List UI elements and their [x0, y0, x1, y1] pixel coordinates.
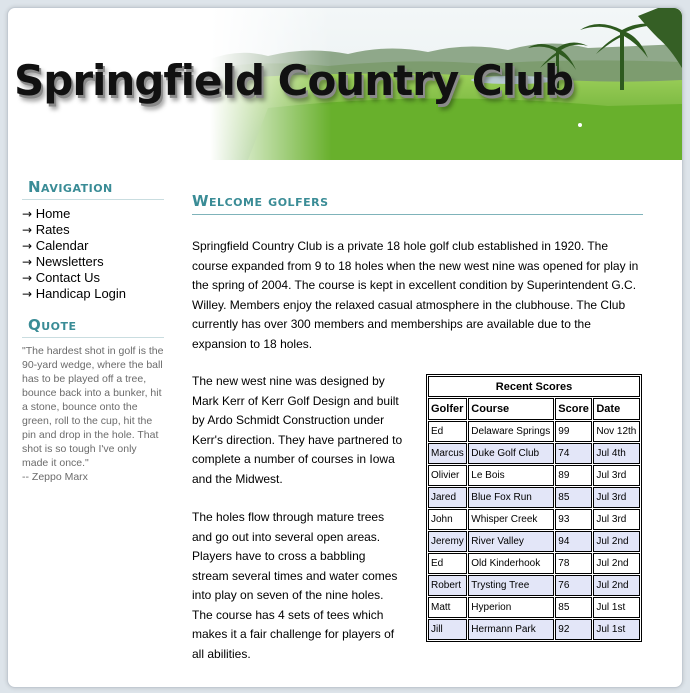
page-title: Welcome golfers — [192, 192, 643, 215]
cell-golfer: Marcus — [428, 443, 468, 464]
cell-score: 76 — [555, 575, 593, 596]
table-row: Jeremy River Valley 94 Jul 2nd — [428, 531, 640, 552]
cell-score: 92 — [555, 619, 593, 640]
cell-score: 99 — [555, 421, 593, 442]
cell-golfer: Jill — [428, 619, 468, 640]
cell-course: Whisper Creek — [468, 509, 555, 530]
main-content: Welcome golfers Springfield Country Club… — [192, 192, 643, 683]
table-row: John Whisper Creek 93 Jul 3rd — [428, 509, 640, 530]
table-row: Jill Hermann Park 92 Jul 1st — [428, 619, 640, 640]
cell-date: Jul 3rd — [593, 509, 640, 530]
cell-date: Jul 3rd — [593, 465, 640, 486]
cell-course: Hyperion — [468, 597, 555, 618]
navigation-heading: Navigation — [22, 178, 164, 200]
cell-golfer: Jared — [428, 487, 468, 508]
cell-date: Jul 2nd — [593, 575, 640, 596]
column-header-score: Score — [555, 398, 593, 420]
cell-score: 74 — [555, 443, 593, 464]
nav-item-calendar[interactable]: → Calendar — [22, 238, 164, 254]
nav-item-handicap-login[interactable]: → Handicap Login — [22, 286, 164, 302]
column-header-course: Course — [468, 398, 555, 420]
cell-date: Jul 4th — [593, 443, 640, 464]
table-header-row: Golfer Course Score Date — [428, 398, 640, 420]
cell-course: Old Kinderhook — [468, 553, 555, 574]
cell-date: Jul 1st — [593, 619, 640, 640]
nav-item-contact-us[interactable]: → Contact Us — [22, 270, 164, 286]
nav-link-home[interactable]: Home — [36, 206, 71, 221]
cell-date: Jul 1st — [593, 597, 640, 618]
content-columns: The new west nine was designed by Mark K… — [192, 372, 643, 664]
cell-golfer: John — [428, 509, 468, 530]
table-row: Olivier Le Bois 89 Jul 3rd — [428, 465, 640, 486]
cell-course: River Valley — [468, 531, 555, 552]
cell-score: 94 — [555, 531, 593, 552]
nav-list: → Home → Rates → Calendar → Newsletters … — [22, 206, 164, 302]
table-row: Jared Blue Fox Run 85 Jul 3rd — [428, 487, 640, 508]
quote-block: "The hardest shot in golf is the 90-yard… — [22, 344, 164, 484]
nav-link-handicap-login[interactable]: Handicap Login — [36, 286, 126, 301]
nav-item-newsletters[interactable]: → Newsletters — [22, 254, 164, 270]
quote-heading: Quote — [22, 316, 164, 338]
nav-link-calendar[interactable]: Calendar — [36, 238, 89, 253]
design-paragraph: The new west nine was designed by Mark K… — [192, 374, 403, 486]
nav-item-home[interactable]: → Home — [22, 206, 164, 222]
arrow-right-icon: → — [22, 207, 33, 221]
quote-author: -- Zeppo Marx — [22, 471, 88, 483]
nav-link-rates[interactable]: Rates — [36, 222, 70, 237]
cell-course: Hermann Park — [468, 619, 555, 640]
quote-text: "The hardest shot in golf is the 90-yard… — [22, 345, 164, 469]
table-row: Ed Old Kinderhook 78 Jul 2nd — [428, 553, 640, 574]
cell-golfer: Jeremy — [428, 531, 468, 552]
cell-course: Duke Golf Club — [468, 443, 555, 464]
cell-date: Jul 2nd — [593, 531, 640, 552]
cell-score: 85 — [555, 487, 593, 508]
site-title: Springfield Country Club — [14, 56, 574, 105]
text-column: The new west nine was designed by Mark K… — [192, 372, 404, 664]
nav-link-contact-us[interactable]: Contact Us — [36, 270, 100, 285]
cell-score: 85 — [555, 597, 593, 618]
cell-golfer: Ed — [428, 421, 468, 442]
arrow-right-icon: → — [22, 271, 33, 285]
arrow-right-icon: → — [22, 239, 33, 253]
cell-golfer: Robert — [428, 575, 468, 596]
arrow-right-icon: → — [22, 287, 33, 301]
cell-golfer: Olivier — [428, 465, 468, 486]
cell-course: Delaware Springs — [468, 421, 555, 442]
cell-date: Jul 3rd — [593, 487, 640, 508]
table-row: Ed Delaware Springs 99 Nov 12th — [428, 421, 640, 442]
cell-score: 78 — [555, 553, 593, 574]
cell-golfer: Ed — [428, 553, 468, 574]
table-caption: Recent Scores — [428, 376, 640, 397]
table-row: Robert Trysting Tree 76 Jul 2nd — [428, 575, 640, 596]
nav-item-rates[interactable]: → Rates — [22, 222, 164, 238]
column-header-golfer: Golfer — [428, 398, 468, 420]
sidebar: Navigation → Home → Rates → Calendar → N… — [22, 178, 164, 484]
holes-paragraph: The holes flow through mature trees and … — [192, 510, 398, 661]
cell-course: Trysting Tree — [468, 575, 555, 596]
table-row: Marcus Duke Golf Club 74 Jul 4th — [428, 443, 640, 464]
table-row: Matt Hyperion 85 Jul 1st — [428, 597, 640, 618]
cell-date: Jul 2nd — [593, 553, 640, 574]
cell-date: Nov 12th — [593, 421, 640, 442]
arrow-right-icon: → — [22, 255, 33, 269]
cell-course: Blue Fox Run — [468, 487, 555, 508]
column-header-date: Date — [593, 398, 640, 420]
cell-golfer: Matt — [428, 597, 468, 618]
cell-score: 89 — [555, 465, 593, 486]
recent-scores-table: Recent Scores Golfer Course Score Date E… — [426, 374, 642, 642]
cell-course: Le Bois — [468, 465, 555, 486]
nav-link-newsletters[interactable]: Newsletters — [36, 254, 104, 269]
header-banner: Springfield Country Club — [8, 8, 682, 160]
intro-paragraph: Springfield Country Club is a private 18… — [192, 239, 639, 351]
arrow-right-icon: → — [22, 223, 33, 237]
page-frame: Springfield Country Club Navigation → Ho… — [7, 7, 683, 688]
cell-score: 93 — [555, 509, 593, 530]
